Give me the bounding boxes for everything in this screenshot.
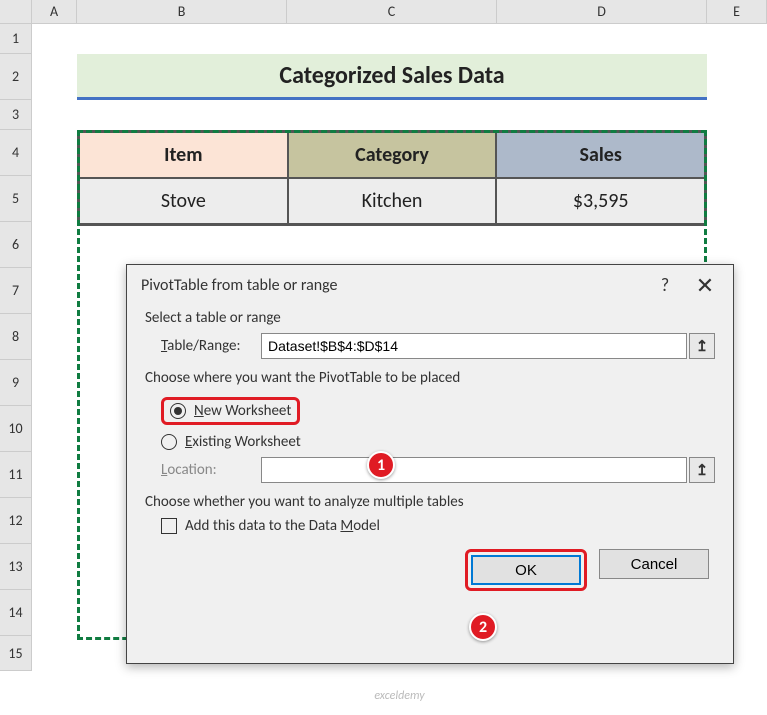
dialog-titlebar[interactable]: PivotTable from table or range ? ✕ [127, 265, 733, 305]
col-header-C[interactable]: C [287, 0, 497, 23]
row-header-2[interactable]: 2 [0, 54, 32, 100]
row-header-9[interactable]: 9 [0, 360, 32, 406]
location-input[interactable] [261, 457, 687, 483]
dialog-title-text: PivotTable from table or range [141, 276, 645, 295]
collapse-dialog-icon[interactable]: ↥ [689, 333, 715, 359]
row-header-3[interactable]: 3 [0, 100, 32, 130]
table-header-row: Item Category Sales [79, 132, 705, 178]
header-item[interactable]: Item [79, 132, 288, 178]
sheet-title-cell[interactable]: Categorized Sales Data [77, 54, 707, 100]
cell-category[interactable]: Kitchen [288, 178, 497, 224]
row-header-4[interactable]: 4 [0, 130, 32, 176]
row-header-11[interactable]: 11 [0, 452, 32, 498]
collapse-dialog-icon[interactable]: ↥ [689, 457, 715, 483]
radio-existing-worksheet[interactable]: Existing Worksheet [161, 433, 715, 451]
table-range-label: Table/Range: [161, 337, 261, 355]
cell-item[interactable]: Stove [79, 178, 288, 224]
row-header-8[interactable]: 8 [0, 314, 32, 360]
radio-existing-label: Existing Worksheet [185, 433, 301, 451]
callout-1: 1 [367, 451, 395, 479]
select-all-corner[interactable] [0, 0, 32, 23]
pivottable-dialog: PivotTable from table or range ? ✕ Selec… [126, 264, 734, 664]
section-multiple-tables-label: Choose whether you want to analyze multi… [145, 493, 715, 511]
section-select-range-label: Select a table or range [145, 309, 715, 327]
row-headers: 1 2 3 4 5 6 7 8 9 10 11 12 13 14 15 [0, 24, 32, 671]
table-range-input[interactable] [261, 333, 687, 359]
row-header-10[interactable]: 10 [0, 406, 32, 452]
ok-button[interactable]: OK [471, 555, 581, 585]
row-header-5[interactable]: 5 [0, 176, 32, 222]
row-header-15[interactable]: 15 [0, 636, 32, 671]
row-header-7[interactable]: 7 [0, 268, 32, 314]
cancel-button[interactable]: Cancel [599, 549, 709, 579]
location-label: Location: [161, 461, 261, 479]
table-row: Stove Kitchen $3,595 [79, 178, 705, 224]
checkbox-icon [161, 518, 177, 534]
dialog-button-row: OK Cancel [145, 549, 715, 591]
col-header-D[interactable]: D [497, 0, 707, 23]
close-button[interactable]: ✕ [685, 270, 725, 300]
col-header-E[interactable]: E [707, 0, 767, 23]
help-button[interactable]: ? [645, 270, 685, 300]
data-table: Item Category Sales Stove Kitchen $3,595 [77, 130, 707, 226]
radio-icon [170, 403, 186, 419]
header-category[interactable]: Category [288, 132, 497, 178]
row-header-6[interactable]: 6 [0, 222, 32, 268]
row-header-12[interactable]: 12 [0, 498, 32, 544]
ok-highlight: OK [465, 549, 587, 591]
radio-icon [161, 434, 177, 450]
row-header-14[interactable]: 14 [0, 590, 32, 636]
row-header-1[interactable]: 1 [0, 24, 32, 54]
callout-2: 2 [469, 613, 497, 641]
radio-new-label: New Worksheet [194, 402, 291, 420]
column-headers: A B C D E [0, 0, 767, 24]
section-placement-label: Choose where you want the PivotTable to … [145, 369, 715, 387]
col-header-A[interactable]: A [32, 0, 77, 23]
radio-new-worksheet[interactable]: New Worksheet [161, 397, 300, 425]
checkbox-data-model[interactable]: Add this data to the Data Model [161, 517, 715, 535]
row-header-13[interactable]: 13 [0, 544, 32, 590]
sheet-title-text: Categorized Sales Data [279, 61, 504, 90]
dialog-body: Select a table or range Table/Range: ↥ C… [127, 305, 733, 595]
worksheet-area[interactable]: Categorized Sales Data Item Category Sal… [32, 24, 767, 715]
cell-sales[interactable]: $3,595 [496, 178, 705, 224]
header-sales[interactable]: Sales [496, 132, 705, 178]
checkbox-label: Add this data to the Data Model [185, 517, 380, 535]
col-header-B[interactable]: B [77, 0, 287, 23]
watermark: exceldemy [374, 689, 424, 703]
